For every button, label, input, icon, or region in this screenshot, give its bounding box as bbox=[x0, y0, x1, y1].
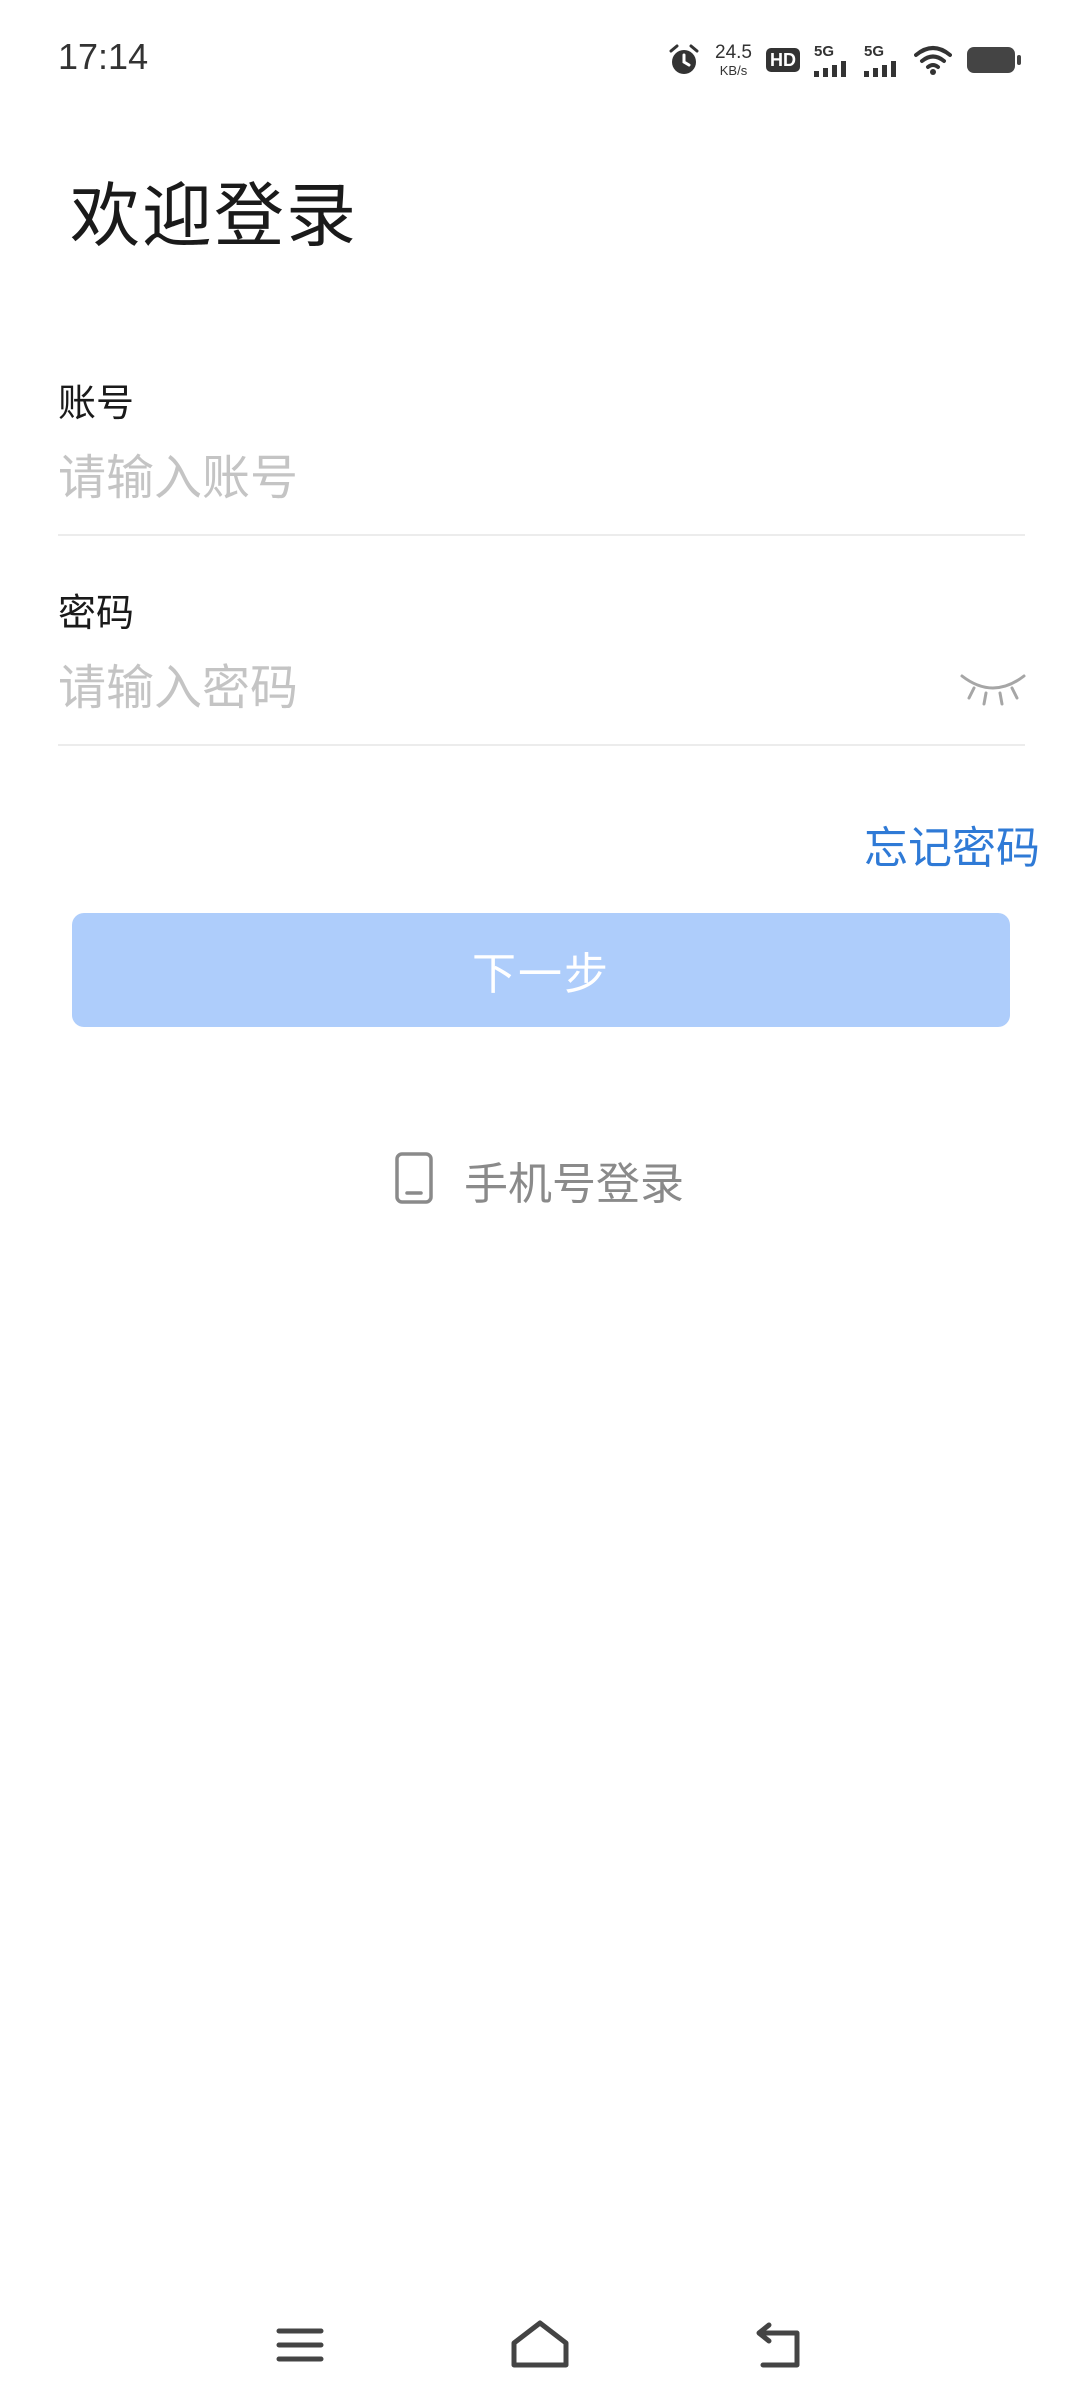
net-speed-unit: KB/s bbox=[719, 63, 748, 78]
menu-icon[interactable] bbox=[260, 2310, 340, 2380]
hd-label: HD bbox=[766, 48, 800, 72]
net-speed-value: 24.5 bbox=[715, 42, 752, 63]
forgot-password-link[interactable]: 忘记密码 bbox=[864, 812, 1040, 876]
back-icon[interactable] bbox=[740, 2310, 820, 2380]
page-title: 欢迎登录 bbox=[70, 175, 358, 257]
wifi-icon bbox=[914, 45, 952, 75]
phone-login-label: 手机号登录 bbox=[464, 1159, 684, 1210]
phone-login-button[interactable]: 手机号登录 bbox=[394, 1148, 684, 1212]
status-time: 17:14 bbox=[58, 36, 149, 77]
home-icon[interactable] bbox=[500, 2310, 580, 2380]
phone-icon bbox=[394, 1151, 434, 1209]
account-divider bbox=[58, 534, 1025, 536]
password-divider bbox=[58, 744, 1025, 746]
password-input[interactable] bbox=[58, 648, 938, 728]
account-input[interactable] bbox=[58, 438, 958, 518]
alarm-icon bbox=[667, 43, 701, 77]
next-button[interactable]: 下一步 bbox=[72, 913, 1010, 1027]
status-icons: 24.5 KB/s HD 5G 5G bbox=[667, 38, 1022, 82]
signal-5g-icon: 5G bbox=[814, 44, 850, 77]
signal-5g-icon: 5G bbox=[864, 44, 900, 77]
hd-icon: HD bbox=[766, 48, 800, 72]
account-label: 账号 bbox=[58, 381, 135, 425]
status-bar: 17:14 24.5 KB/s HD 5G 5G bbox=[0, 0, 1080, 120]
net-speed: 24.5 KB/s bbox=[715, 43, 752, 77]
signal-label: 5G bbox=[814, 42, 835, 60]
battery-icon bbox=[966, 45, 1022, 75]
signal-label: 5G bbox=[864, 42, 885, 60]
password-label: 密码 bbox=[58, 591, 135, 635]
next-button-label: 下一步 bbox=[472, 949, 610, 1000]
eye-closed-icon[interactable] bbox=[958, 662, 1028, 712]
